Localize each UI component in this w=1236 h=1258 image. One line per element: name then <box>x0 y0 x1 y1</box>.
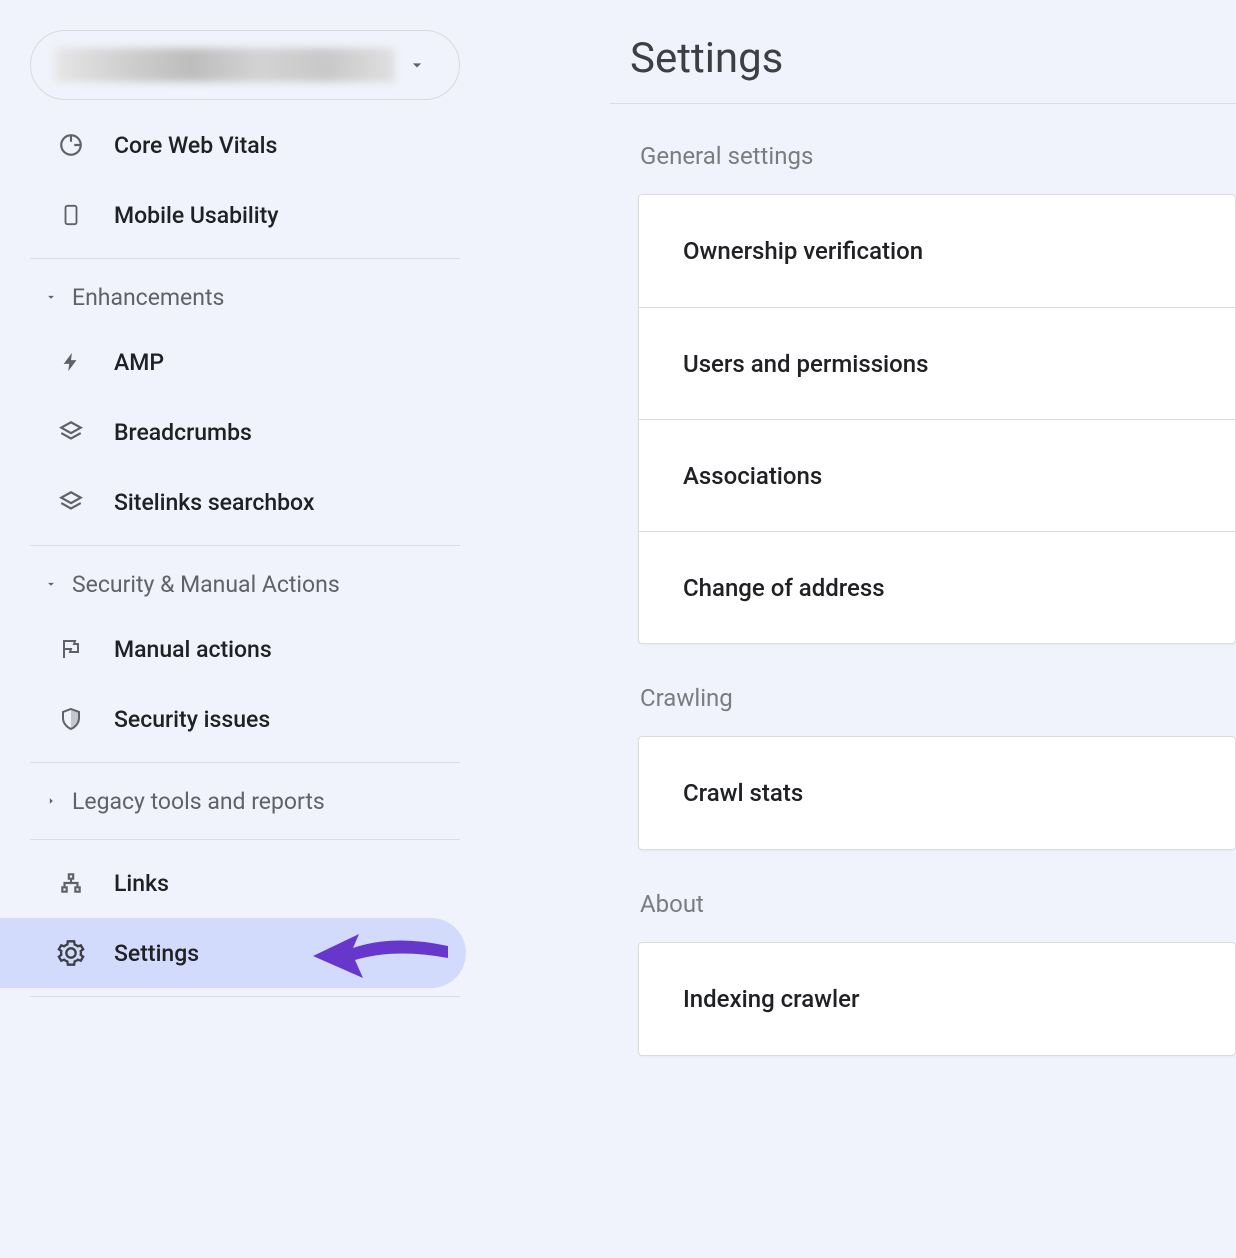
row-label: Associations <box>683 462 822 490</box>
nav-label: Security issues <box>114 706 270 733</box>
shield-icon <box>56 706 86 732</box>
section-label-crawling: Crawling <box>638 684 1236 712</box>
nav-amp[interactable]: AMP <box>0 327 490 397</box>
bolt-icon <box>56 349 86 375</box>
nav-label: Manual actions <box>114 636 272 663</box>
section-legacy[interactable]: Legacy tools and reports <box>0 771 490 831</box>
nav-label: AMP <box>114 349 164 376</box>
chevron-right-icon <box>42 794 60 808</box>
divider <box>610 103 1236 104</box>
divider <box>30 839 460 840</box>
row-users-permissions[interactable]: Users and permissions <box>639 307 1235 419</box>
nav-label: Mobile Usability <box>114 202 279 229</box>
divider <box>30 258 460 259</box>
section-label: Legacy tools and reports <box>72 788 325 815</box>
nav-label: Core Web Vitals <box>114 132 277 159</box>
nav-breadcrumbs[interactable]: Breadcrumbs <box>0 397 490 467</box>
row-associations[interactable]: Associations <box>639 419 1235 531</box>
section-label-general: General settings <box>638 142 1236 170</box>
property-selector[interactable] <box>30 30 460 100</box>
nav-label: Breadcrumbs <box>114 419 252 446</box>
nav-label: Sitelinks searchbox <box>114 489 314 516</box>
nav-settings[interactable]: Settings <box>0 918 466 988</box>
section-label: Enhancements <box>72 284 224 311</box>
general-settings-card: Ownership verification Users and permiss… <box>638 194 1236 644</box>
chevron-down-icon <box>42 577 60 591</box>
section-label: Security & Manual Actions <box>72 571 340 598</box>
section-enhancements[interactable]: Enhancements <box>0 267 490 327</box>
row-label: Indexing crawler <box>683 985 859 1013</box>
nav-core-web-vitals[interactable]: Core Web Vitals <box>0 110 490 180</box>
crawling-card: Crawl stats <box>638 736 1236 850</box>
row-ownership-verification[interactable]: Ownership verification <box>639 195 1235 307</box>
row-indexing-crawler[interactable]: Indexing crawler <box>639 943 1235 1055</box>
main-content: Settings General settings Ownership veri… <box>490 0 1236 1258</box>
row-crawl-stats[interactable]: Crawl stats <box>639 737 1235 849</box>
nav-links[interactable]: Links <box>0 848 490 918</box>
nav-label: Links <box>114 870 169 897</box>
nav-manual-actions[interactable]: Manual actions <box>0 614 490 684</box>
about-card: Indexing crawler <box>638 942 1236 1056</box>
layers-icon <box>56 489 86 515</box>
row-change-address[interactable]: Change of address <box>639 531 1235 643</box>
row-label: Crawl stats <box>683 779 803 807</box>
phone-icon <box>56 201 86 229</box>
divider <box>30 545 460 546</box>
nav-security-issues[interactable]: Security issues <box>0 684 490 754</box>
flag-icon <box>56 637 86 661</box>
gauge-icon <box>56 132 86 158</box>
layers-icon <box>56 419 86 445</box>
arrow-annotation <box>313 923 448 983</box>
section-label-about: About <box>638 890 1236 918</box>
nav-sitelinks-searchbox[interactable]: Sitelinks searchbox <box>0 467 490 537</box>
chevron-down-icon <box>42 290 60 304</box>
row-label: Change of address <box>683 574 885 602</box>
sidebar: Core Web Vitals Mobile Usability Enhance… <box>0 0 490 1258</box>
divider <box>30 762 460 763</box>
chevron-down-icon <box>407 55 427 75</box>
gear-icon <box>56 939 86 967</box>
row-label: Ownership verification <box>683 237 923 265</box>
sitemap-icon <box>56 870 86 896</box>
page-title: Settings <box>630 34 1236 83</box>
nav-mobile-usability[interactable]: Mobile Usability <box>0 180 490 250</box>
divider <box>30 996 460 997</box>
nav-label: Settings <box>114 940 199 967</box>
row-label: Users and permissions <box>683 350 929 378</box>
property-name-blurred <box>55 48 395 82</box>
section-security[interactable]: Security & Manual Actions <box>0 554 490 614</box>
